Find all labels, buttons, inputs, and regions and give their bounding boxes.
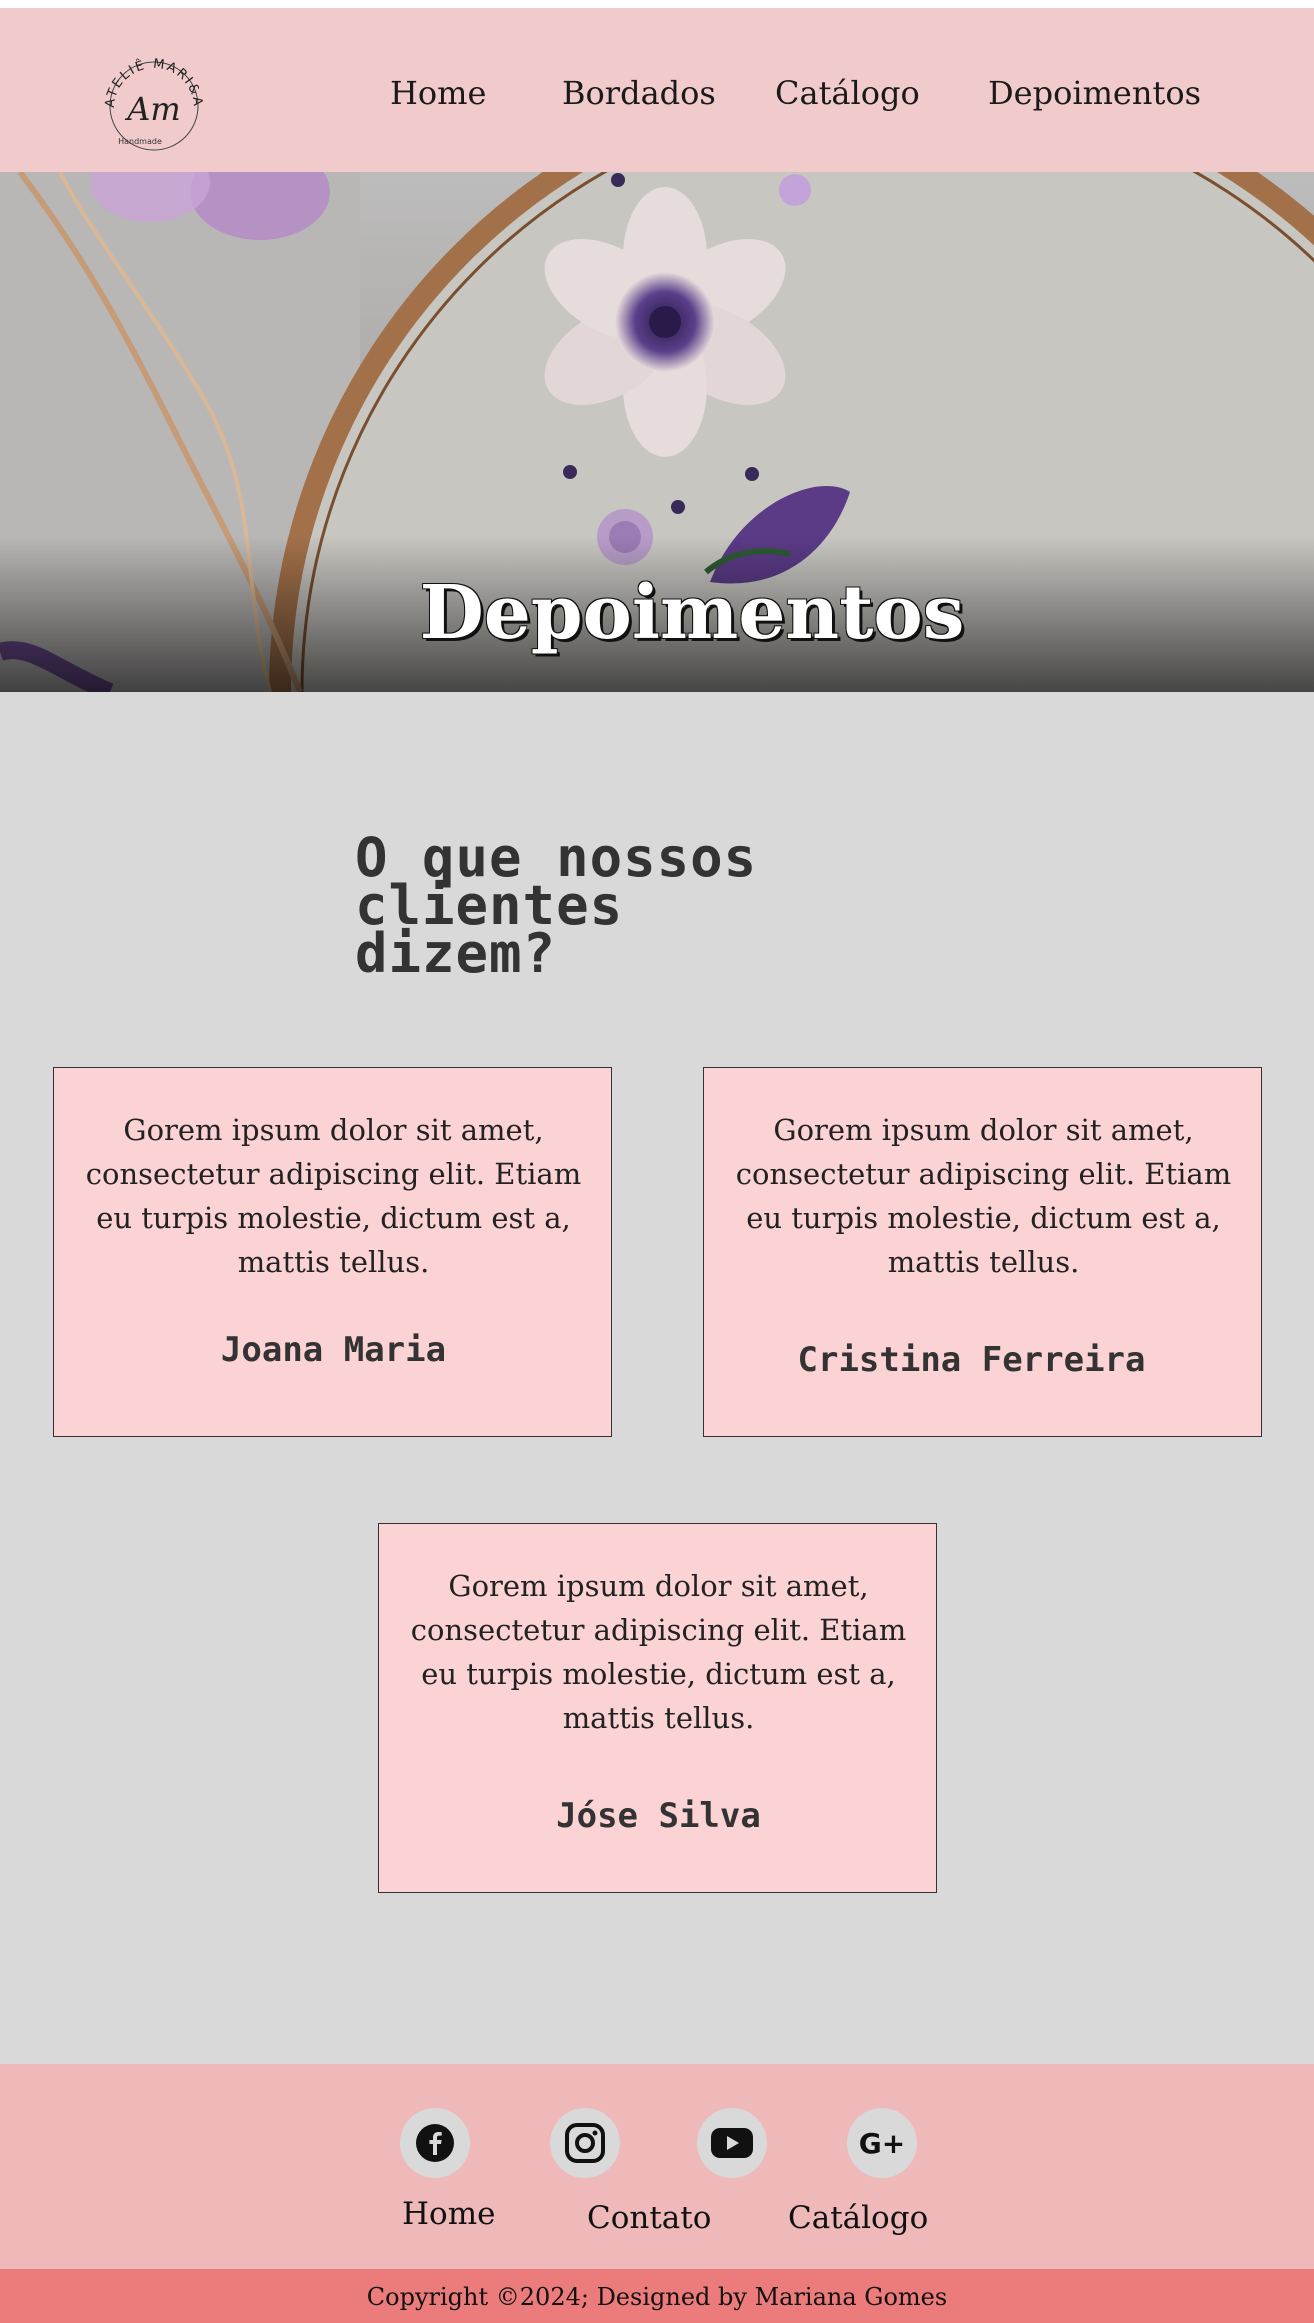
google-plus-icon[interactable]: G+ (847, 2108, 917, 2178)
testimonials-section: O que nossos clientes dizem? Gorem ipsum… (0, 692, 1314, 2064)
footer-link-contato[interactable]: Contato (587, 2200, 711, 2236)
hero-banner: Depoimentos (0, 172, 1314, 692)
facebook-icon[interactable] (400, 2108, 470, 2178)
footer-link-home[interactable]: Home (402, 2196, 495, 2232)
logo-tagline: Handmade (118, 137, 162, 146)
testimonial-author: Joana Maria (220, 1330, 447, 1370)
section-heading-line1: O que nossos clientes (355, 826, 758, 937)
hero-title: Depoimentos (419, 570, 965, 656)
nav-bordados[interactable]: Bordados (562, 74, 716, 112)
nav-depoimentos[interactable]: Depoimentos (988, 74, 1201, 112)
section-heading-line2: dizem? (355, 922, 557, 985)
site-footer: G+ Home Contato Catálogo (0, 2064, 1314, 2269)
youtube-icon[interactable] (697, 2108, 767, 2178)
testimonial-text: Gorem ipsum dolor sit amet, consectetur … (85, 1113, 582, 1279)
testimonial-author: Cristina Ferreira (797, 1340, 1146, 1380)
site-header: ATELIÊ MARI&ART Am Handmade Home Bordado… (0, 8, 1314, 172)
testimonial-author: Jóse Silva (556, 1796, 761, 1836)
google-plus-glyph: G+ (858, 2126, 906, 2160)
copyright-text: Copyright ©2024; Designed by Mariana Gom… (366, 2283, 948, 2311)
testimonial-card: Gorem ipsum dolor sit amet, consectetur … (378, 1523, 937, 1893)
testimonial-card: Gorem ipsum dolor sit amet, consectetur … (53, 1067, 612, 1437)
section-heading: O que nossos clientes dizem? (355, 831, 975, 981)
nav-catalogo[interactable]: Catálogo (775, 74, 920, 112)
footer-link-catalogo[interactable]: Catálogo (788, 2200, 928, 2236)
nav-home[interactable]: Home (390, 74, 486, 112)
testimonial-card: Gorem ipsum dolor sit amet, consectetur … (703, 1067, 1262, 1437)
logo-monogram: Am (124, 90, 180, 128)
instagram-icon[interactable] (550, 2108, 620, 2178)
brand-logo[interactable]: ATELIÊ MARI&ART Am Handmade (92, 37, 210, 160)
copyright-bar: Copyright ©2024; Designed by Mariana Gom… (0, 2269, 1314, 2323)
testimonial-text: Gorem ipsum dolor sit amet, consectetur … (410, 1569, 907, 1735)
testimonial-text: Gorem ipsum dolor sit amet, consectetur … (735, 1113, 1232, 1279)
